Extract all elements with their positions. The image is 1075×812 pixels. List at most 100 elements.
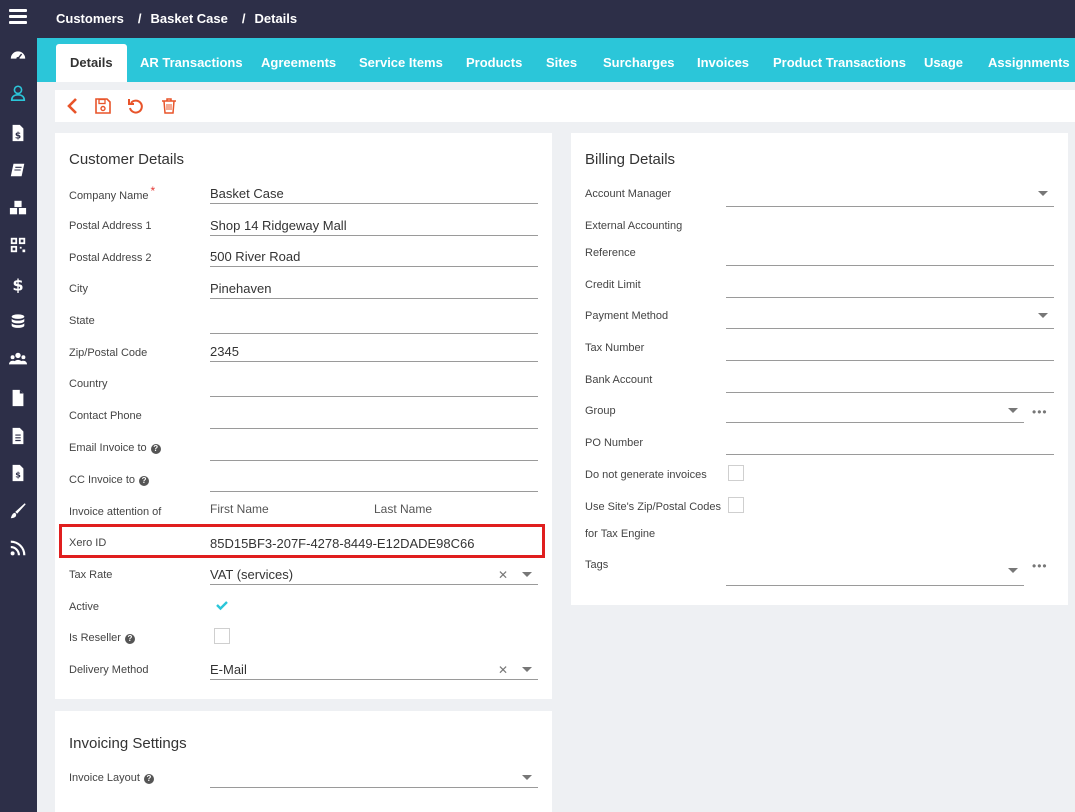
qrcode-icon[interactable] — [7, 234, 29, 256]
delete-icon[interactable] — [160, 97, 178, 115]
book-icon[interactable] — [7, 159, 29, 181]
last-name-input[interactable]: Last Name — [374, 502, 538, 520]
tab-ar-transactions[interactable]: AR Transactions — [140, 38, 243, 82]
file-text-icon[interactable] — [7, 425, 29, 447]
contact-phone-input[interactable] — [210, 411, 538, 429]
rss-icon[interactable] — [7, 537, 29, 559]
tab-details[interactable]: Details — [56, 44, 127, 82]
postal-address-1-value: Shop 14 Ridgeway Mall — [210, 218, 347, 233]
menu-icon[interactable] — [9, 9, 27, 25]
xero-id-input[interactable]: 85D15BF3-207F-4278-8449-E12DADE98C66 — [210, 536, 538, 554]
tax-rate-label: Tax Rate — [69, 569, 113, 581]
zip-tax-checkbox[interactable] — [728, 497, 744, 513]
chevron-down-icon[interactable] — [1038, 313, 1048, 318]
tags-more-icon[interactable]: ••• — [1032, 559, 1048, 573]
tax-rate-select[interactable]: VAT (services) ✕ — [210, 567, 538, 585]
delivery-method-label: Delivery Method — [69, 664, 149, 676]
external-reference-input[interactable] — [726, 248, 1054, 266]
brush-icon[interactable] — [7, 500, 29, 522]
breadcrumb-separator: / — [137, 11, 142, 26]
is-reseller-label: Is Reseller? — [69, 632, 135, 644]
chevron-down-icon[interactable] — [1008, 568, 1018, 573]
breadcrumb-customers[interactable]: Customers — [56, 11, 124, 26]
tab-products[interactable]: Products — [466, 38, 522, 82]
file-invoice-icon[interactable]: $ — [7, 462, 29, 484]
company-name-input[interactable]: Basket Case — [210, 186, 538, 204]
city-input[interactable]: Pinehaven — [210, 281, 538, 299]
chevron-down-icon[interactable] — [522, 775, 532, 780]
tab-product-transactions[interactable]: Product Transactions — [773, 38, 906, 82]
is-reseller-checkbox[interactable] — [214, 628, 230, 644]
clear-icon[interactable]: ✕ — [498, 568, 508, 582]
active-checkbox[interactable] — [214, 597, 230, 613]
customer-details-card: Customer Details Company Name * Basket Ca… — [55, 133, 552, 699]
svg-text:$: $ — [12, 275, 23, 293]
no-invoices-checkbox[interactable] — [728, 465, 744, 481]
users-icon[interactable] — [7, 348, 29, 370]
file-icon[interactable] — [7, 387, 29, 409]
zip-value: 2345 — [210, 344, 239, 359]
dashboard-icon[interactable] — [7, 44, 29, 66]
cubes-icon[interactable] — [7, 197, 29, 219]
tab-surcharges[interactable]: Surcharges — [603, 38, 675, 82]
dollar-icon[interactable]: $ — [7, 273, 29, 295]
email-invoice-label-text: Email Invoice to — [69, 442, 147, 454]
clear-icon[interactable]: ✕ — [498, 663, 508, 677]
xero-id-value: 85D15BF3-207F-4278-8449-E12DADE98C66 — [210, 536, 475, 551]
email-invoice-input[interactable] — [210, 443, 538, 461]
tax-number-input[interactable] — [726, 343, 1054, 361]
back-icon[interactable] — [64, 97, 82, 115]
first-name-input[interactable]: First Name — [210, 502, 360, 520]
breadcrumb-basket-case[interactable]: Basket Case — [151, 11, 228, 26]
tab-usage[interactable]: Usage — [924, 38, 963, 82]
postal-address-2-value: 500 River Road — [210, 249, 301, 264]
active-label: Active — [69, 601, 99, 613]
zip-input[interactable]: 2345 — [210, 344, 538, 362]
company-name-label: Company Name * — [69, 184, 155, 202]
account-manager-select[interactable] — [726, 189, 1054, 207]
chevron-down-icon[interactable] — [1008, 408, 1018, 413]
tab-service-items[interactable]: Service Items — [359, 38, 443, 82]
help-icon[interactable]: ? — [150, 444, 161, 454]
top-bar: Customers / Basket Case / Details — [0, 0, 1075, 38]
invoice-layout-select[interactable] — [210, 770, 538, 788]
database-icon[interactable] — [7, 311, 29, 333]
zip-tax-label: Use Site's Zip/Postal Codes — [585, 501, 721, 513]
tags-select[interactable] — [726, 568, 1024, 586]
help-icon[interactable]: ? — [124, 634, 135, 644]
help-icon[interactable]: ? — [143, 774, 154, 784]
po-number-label: PO Number — [585, 437, 644, 449]
breadcrumb: Customers / Basket Case / Details — [56, 11, 297, 26]
state-input[interactable] — [210, 316, 538, 334]
bank-account-input[interactable] — [726, 375, 1054, 393]
delivery-method-select[interactable]: E-Mail ✕ — [210, 662, 538, 680]
po-number-input[interactable] — [726, 437, 1054, 455]
save-icon[interactable] — [94, 97, 112, 115]
tab-assignments[interactable]: Assignments — [988, 38, 1070, 82]
country-input[interactable] — [210, 379, 538, 397]
payment-method-select[interactable] — [726, 311, 1054, 329]
invoice-dollar-icon[interactable]: $ — [7, 122, 29, 144]
undo-icon[interactable] — [127, 97, 145, 115]
last-name-placeholder: Last Name — [374, 502, 433, 516]
chevron-down-icon[interactable] — [522, 572, 532, 577]
group-select[interactable] — [726, 405, 1024, 423]
credit-limit-input[interactable] — [726, 280, 1054, 298]
chevron-down-icon[interactable] — [522, 667, 532, 672]
chevron-down-icon[interactable] — [1038, 191, 1048, 196]
state-label: State — [69, 315, 95, 327]
bank-account-label: Bank Account — [585, 374, 653, 386]
postal-address-1-input[interactable]: Shop 14 Ridgeway Mall — [210, 218, 538, 236]
city-value: Pinehaven — [210, 281, 272, 296]
action-toolbar — [55, 90, 1075, 122]
cc-invoice-input[interactable] — [210, 474, 538, 492]
postal-address-2-input[interactable]: 500 River Road — [210, 249, 538, 267]
invoicing-settings-title: Invoicing Settings — [69, 735, 187, 752]
group-more-icon[interactable]: ••• — [1032, 405, 1048, 419]
tab-invoices[interactable]: Invoices — [697, 38, 749, 82]
user-icon[interactable] — [7, 82, 29, 104]
help-icon[interactable]: ? — [139, 476, 150, 486]
tax-number-label: Tax Number — [585, 342, 645, 354]
tab-sites[interactable]: Sites — [546, 38, 577, 82]
tab-agreements[interactable]: Agreements — [261, 38, 336, 82]
